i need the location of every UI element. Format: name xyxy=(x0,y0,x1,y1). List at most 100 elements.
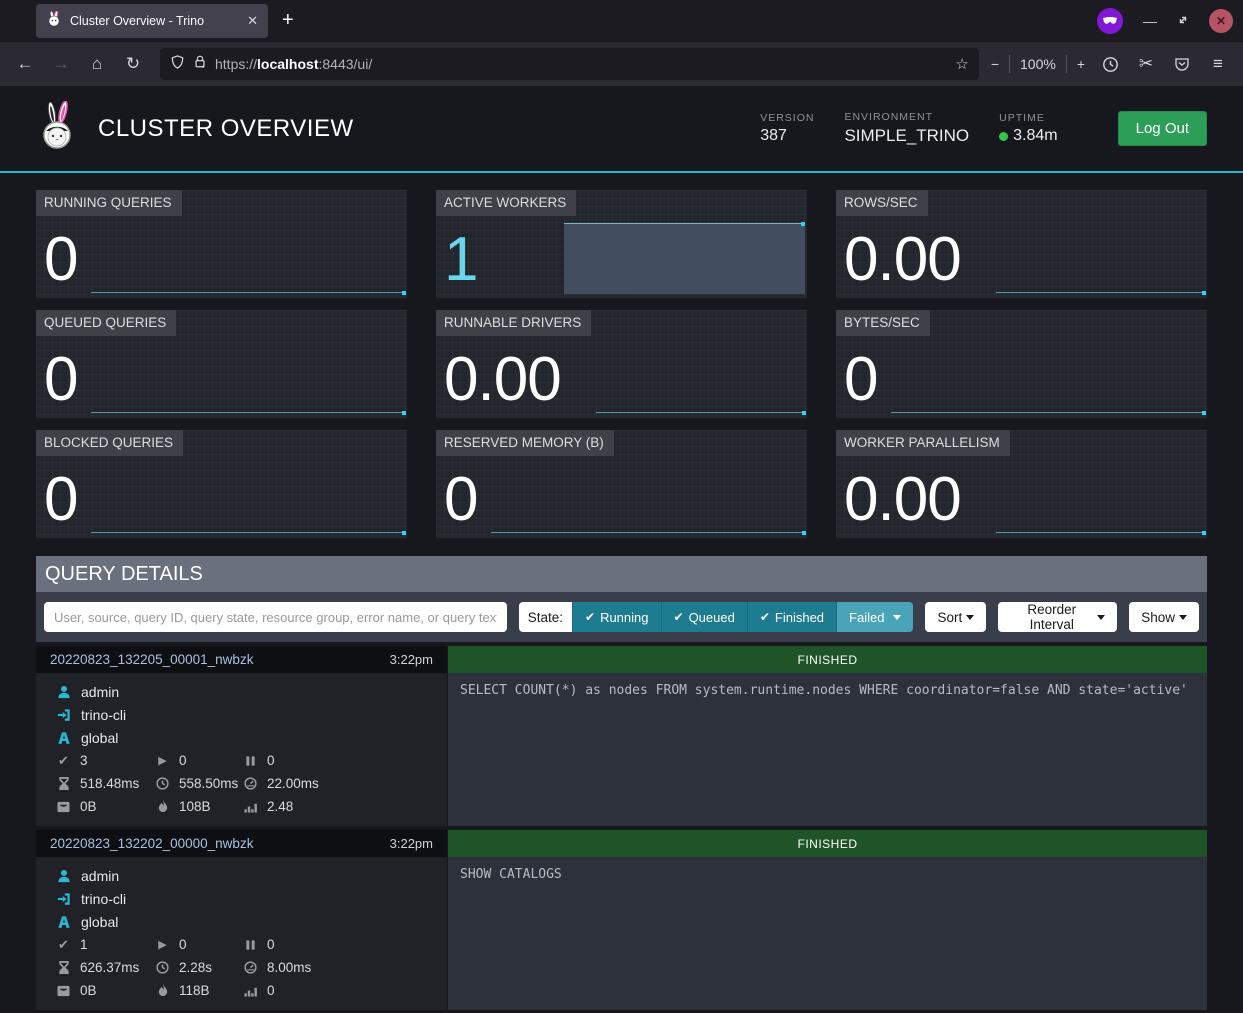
query-status-badge: FINISHED xyxy=(448,646,1207,673)
shield-icon[interactable] xyxy=(170,54,185,75)
query-source: trino-cli xyxy=(81,707,126,723)
queued-splits-pause-icon xyxy=(243,755,258,767)
road-icon xyxy=(56,915,72,929)
window-minimize-button[interactable]: — xyxy=(1143,13,1157,29)
tile-queued-queries: QUEUED QUERIES 0 xyxy=(36,310,407,418)
query-id-link[interactable]: 20220823_132202_00000_nwbzk xyxy=(50,836,253,851)
history-clock-icon[interactable] xyxy=(1095,49,1125,79)
tab-close-icon[interactable]: ✕ xyxy=(247,13,258,29)
state-filter-queued[interactable]: ✔ Queued xyxy=(661,602,747,632)
zoom-out-icon[interactable]: − xyxy=(991,56,999,72)
pocket-icon[interactable] xyxy=(1167,49,1197,79)
query-meta-panel: admin trino-cli xyxy=(36,673,447,826)
url-text[interactable]: https://localhost:8443/ui/ xyxy=(215,56,955,72)
reorder-interval-dropdown[interactable]: Reorder Interval xyxy=(998,602,1117,632)
sort-dropdown[interactable]: Sort xyxy=(925,602,986,632)
lock-warning-icon[interactable] xyxy=(193,54,207,74)
chevron-down-icon xyxy=(966,615,974,620)
trino-logo xyxy=(36,101,80,156)
sparkline xyxy=(91,292,405,293)
query-sql-text: SHOW CATALOGS xyxy=(448,857,1207,1010)
user-icon xyxy=(56,869,72,883)
hdd-icon xyxy=(56,985,71,997)
window-maximize-button[interactable] xyxy=(1177,14,1189,29)
home-icon[interactable]: ⌂ xyxy=(82,49,112,79)
sparkline xyxy=(91,532,405,533)
sparkline xyxy=(996,532,1205,533)
queued-splits-pause-icon xyxy=(243,939,258,951)
zoom-level[interactable]: 100% xyxy=(1020,56,1056,72)
uptime-status-dot xyxy=(999,132,1008,141)
query-resource-group: global xyxy=(81,914,118,930)
trino-cluster-overview-page: CLUSTER OVERVIEW VERSION 387 ENVIRONMENT… xyxy=(0,86,1243,1013)
running-splits-icon: ▶ xyxy=(155,754,170,767)
query-source: trino-cli xyxy=(81,891,126,907)
logout-button[interactable]: Log Out xyxy=(1118,111,1207,146)
back-icon[interactable]: ← xyxy=(10,49,40,79)
completed-splits-icon: ✔ xyxy=(56,937,71,953)
completed-splits-icon: ✔ xyxy=(56,753,71,769)
clock-icon xyxy=(155,961,170,974)
stat-tiles: RUNNING QUERIES 0 ACTIVE WORKERS 1 ROWS/… xyxy=(36,190,1207,538)
running-splits-icon: ▶ xyxy=(155,938,170,951)
url-bar[interactable]: https://localhost:8443/ui/ ☆ xyxy=(160,48,979,80)
tile-value: 0.00 xyxy=(444,349,561,411)
state-filter-running[interactable]: ✔ Running xyxy=(572,602,661,632)
uptime-label: UPTIME xyxy=(999,112,1057,124)
screenshot-scissors-icon[interactable]: ✂ xyxy=(1131,49,1161,79)
tile-running-queries: RUNNING QUERIES 0 xyxy=(36,190,407,298)
gauge-icon xyxy=(243,777,258,790)
tile-bytes-sec: BYTES/SEC 0 xyxy=(836,310,1207,418)
road-icon xyxy=(56,731,72,745)
private-browsing-icon xyxy=(1097,8,1123,34)
forward-icon[interactable]: → xyxy=(46,49,76,79)
query-time: 3:22pm xyxy=(390,836,433,851)
reload-icon[interactable]: ↻ xyxy=(118,49,148,79)
query-user: admin xyxy=(81,868,119,884)
bookmark-star-icon[interactable]: ☆ xyxy=(955,55,968,73)
query-time: 3:22pm xyxy=(390,652,433,667)
query-status-badge: FINISHED xyxy=(448,830,1207,857)
browser-tab[interactable]: Cluster Overview - Trino ✕ xyxy=(36,4,268,38)
tile-value: 1 xyxy=(444,229,477,291)
sparkline xyxy=(491,532,805,533)
query-details-section: QUERY DETAILS State: ✔ Running ✔ Queued … xyxy=(36,556,1207,1010)
menu-hamburger-icon[interactable]: ≡ xyxy=(1203,49,1233,79)
new-tab-button[interactable]: + xyxy=(282,9,294,32)
state-filter-failed-dropdown[interactable]: Failed xyxy=(836,602,913,632)
query-row: 20220823_132202_00000_nwbzk 3:22pm FINIS… xyxy=(36,830,1207,1010)
query-row: 20220823_132205_00001_nwbzk 3:22pm FINIS… xyxy=(36,646,1207,826)
query-resource-group: global xyxy=(81,730,118,746)
tile-value: 0.00 xyxy=(844,469,961,531)
tile-rows-sec: ROWS/SEC 0.00 xyxy=(836,190,1207,298)
chevron-down-icon xyxy=(893,615,901,620)
tile-value: 0 xyxy=(44,349,77,411)
tile-runnable-drivers: RUNNABLE DRIVERS 0.00 xyxy=(436,310,807,418)
hdd-icon xyxy=(56,801,71,813)
page-title: CLUSTER OVERVIEW xyxy=(98,115,354,143)
version-label: VERSION xyxy=(760,112,814,124)
query-filter-bar: State: ✔ Running ✔ Queued ✔ Finished Fai… xyxy=(36,592,1207,642)
sparkline-area xyxy=(564,223,805,294)
sparkline xyxy=(91,412,405,413)
tile-value: 0 xyxy=(44,469,77,531)
log-in-icon xyxy=(56,708,72,722)
query-search-input[interactable] xyxy=(44,602,507,632)
clock-icon xyxy=(155,777,170,790)
user-icon xyxy=(56,685,72,699)
query-sql-text: SELECT COUNT(*) as nodes FROM system.run… xyxy=(448,673,1207,826)
query-id-link[interactable]: 20220823_132205_00001_nwbzk xyxy=(50,652,253,667)
query-details-title: QUERY DETAILS xyxy=(36,556,1207,592)
query-header: 20220823_132205_00001_nwbzk 3:22pm xyxy=(36,646,447,673)
state-filter-finished[interactable]: ✔ Finished xyxy=(747,602,836,632)
zoom-in-icon[interactable]: + xyxy=(1077,56,1085,72)
chevron-down-icon xyxy=(1179,615,1187,620)
tile-reserved-memory: RESERVED MEMORY (B) 0 xyxy=(436,430,807,538)
window-close-button[interactable]: ✕ xyxy=(1209,9,1233,33)
show-dropdown[interactable]: Show xyxy=(1129,602,1199,632)
browser-toolbar: ← → ⌂ ↻ https://localhost:8443/ui/ ☆ − 1… xyxy=(0,42,1243,86)
tab-favicon-trino-bunny-icon xyxy=(46,11,62,32)
tile-value: 0 xyxy=(444,469,477,531)
check-icon: ✔ xyxy=(674,610,684,624)
query-meta-panel: admin trino-cli xyxy=(36,857,447,1010)
